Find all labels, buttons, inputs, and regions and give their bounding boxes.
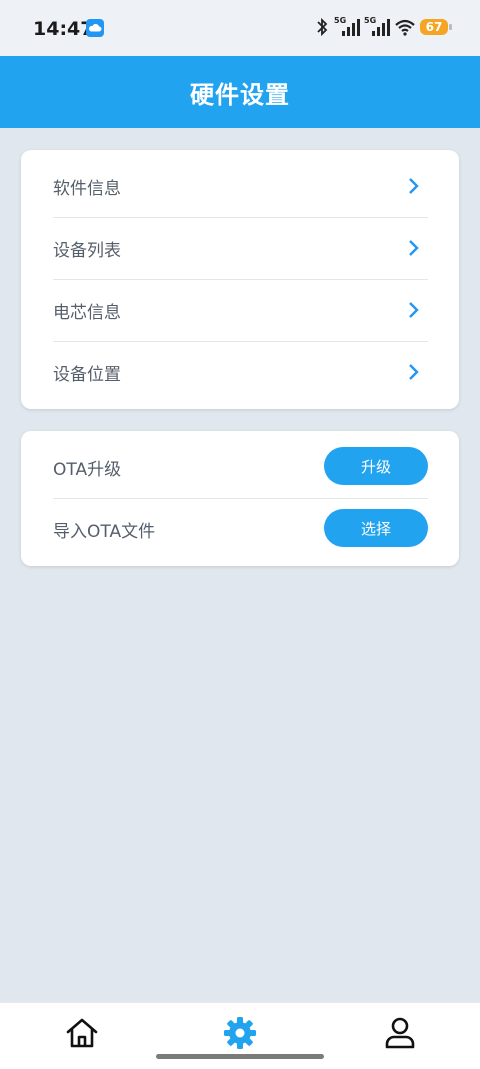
menu-item-label: 设备列表 (53, 240, 121, 261)
bluetooth-icon (317, 17, 328, 37)
ota-import-row: 导入OTA文件 选择 (53, 498, 428, 560)
menu-item-label: 设备位置 (53, 364, 121, 385)
menu-item-device-location[interactable]: 设备位置 (53, 341, 428, 403)
status-bar: 14:47 5G 5G 67 (0, 0, 480, 56)
menu-item-label: 电芯信息 (53, 302, 121, 323)
status-icons: 5G 5G 67 (314, 16, 452, 38)
chevron-right-icon (409, 302, 419, 318)
menu-item-device-list[interactable]: 设备列表 (53, 217, 428, 279)
chevron-right-icon (409, 178, 419, 194)
wifi-icon (395, 19, 415, 36)
cell-signal-2-icon: 5G (364, 16, 390, 38)
nav-settings[interactable] (220, 1013, 260, 1053)
ota-upgrade-row: OTA升级 升级 (53, 436, 428, 498)
menu-item-cell-info[interactable]: 电芯信息 (53, 279, 428, 341)
chevron-right-icon (409, 364, 419, 380)
battery-indicator: 67 (420, 19, 452, 35)
select-file-button[interactable]: 选择 (324, 509, 428, 547)
menu-item-software-info[interactable]: 软件信息 (53, 155, 428, 217)
ota-upgrade-label: OTA升级 (53, 459, 122, 480)
chevron-right-icon (409, 240, 419, 256)
ota-import-label: 导入OTA文件 (53, 521, 156, 542)
nav-home[interactable] (62, 1013, 102, 1053)
nav-profile[interactable] (380, 1013, 420, 1053)
gear-icon (224, 1017, 256, 1049)
cell-signal-1-icon: 5G (334, 16, 360, 38)
upgrade-button[interactable]: 升级 (324, 447, 428, 485)
cloud-app-icon (86, 19, 104, 37)
app-header: 硬件设置 (0, 56, 480, 128)
battery-level: 67 (425, 20, 443, 34)
user-icon (385, 1017, 415, 1049)
menu-card: 软件信息 设备列表 电芯信息 设备位置 (21, 150, 459, 409)
status-time: 14:47 (33, 18, 94, 40)
home-icon (66, 1018, 98, 1048)
menu-item-label: 软件信息 (53, 178, 121, 199)
home-indicator[interactable] (156, 1054, 324, 1059)
ota-card: OTA升级 升级 导入OTA文件 选择 (21, 431, 459, 566)
page-title: 硬件设置 (190, 80, 290, 109)
